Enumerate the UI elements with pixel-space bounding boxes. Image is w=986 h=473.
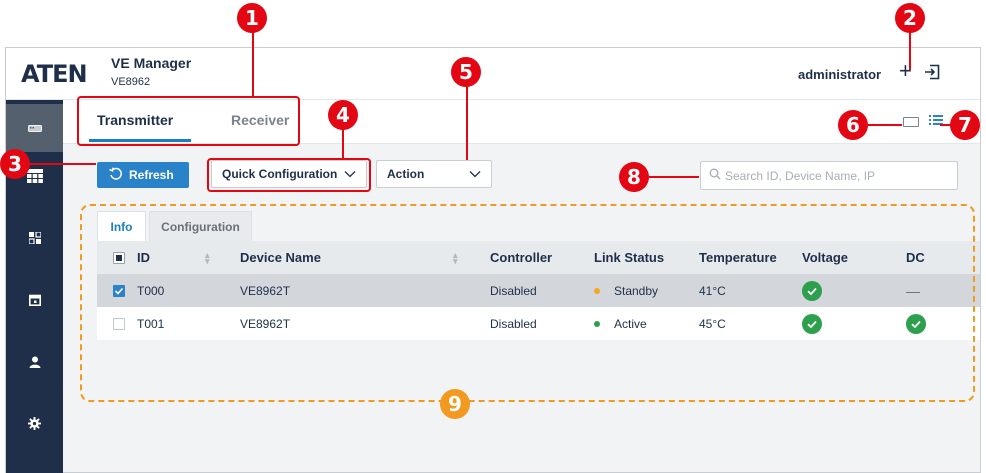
callout-leader xyxy=(342,128,344,158)
callout-box-table xyxy=(80,204,975,402)
grid-icon xyxy=(26,168,43,188)
refresh-icon xyxy=(109,166,123,184)
card-view-icon[interactable] xyxy=(903,117,919,127)
app-model: VE8962 xyxy=(111,76,151,88)
callout-4: 4 xyxy=(328,100,358,130)
callout-leader xyxy=(252,30,254,96)
action-dropdown[interactable]: Action xyxy=(376,160,492,188)
chevron-down-icon xyxy=(469,168,481,183)
gear-icon xyxy=(28,417,41,435)
sidebar-item-schedule[interactable] xyxy=(6,278,63,326)
callout-9: 9 xyxy=(440,389,470,419)
list-view-icon[interactable] xyxy=(929,113,943,131)
callout-3: 3 xyxy=(0,149,30,179)
layout-icon xyxy=(27,231,42,249)
refresh-button[interactable]: Refresh xyxy=(97,162,189,188)
user-icon xyxy=(29,355,41,373)
callout-box-tabs xyxy=(77,96,300,146)
callout-7: 7 xyxy=(950,110,980,140)
callout-8: 8 xyxy=(619,162,649,192)
callout-box-quick-configuration xyxy=(207,158,371,192)
callout-leader xyxy=(649,176,699,178)
callout-1: 1 xyxy=(237,3,267,33)
sidebar-item-settings[interactable] xyxy=(6,402,63,450)
callout-leader xyxy=(868,124,902,126)
user-name[interactable]: administrator xyxy=(798,67,881,82)
callout-leader xyxy=(909,30,911,70)
app-title: VE Manager xyxy=(111,55,192,71)
callout-2: 2 xyxy=(895,3,925,33)
sidebar-item-devices[interactable] xyxy=(6,104,63,152)
header: ATEN VE Manager VE8962 administrator + xyxy=(6,48,980,100)
search-box[interactable] xyxy=(700,161,958,190)
aten-logo: ATEN xyxy=(21,60,88,88)
search-icon xyxy=(709,167,721,185)
search-input[interactable] xyxy=(725,168,945,183)
callout-6: 6 xyxy=(838,110,868,140)
callout-leader xyxy=(466,85,468,160)
sidebar-item-layout[interactable] xyxy=(6,216,63,264)
action-label: Action xyxy=(387,167,425,181)
device-icon xyxy=(27,119,42,137)
logout-icon[interactable] xyxy=(924,64,940,85)
sidebar-item-users[interactable] xyxy=(6,340,63,388)
refresh-label: Refresh xyxy=(129,168,174,182)
calendar-icon xyxy=(28,293,41,311)
callout-5: 5 xyxy=(451,57,481,87)
callout-leader xyxy=(30,163,96,165)
